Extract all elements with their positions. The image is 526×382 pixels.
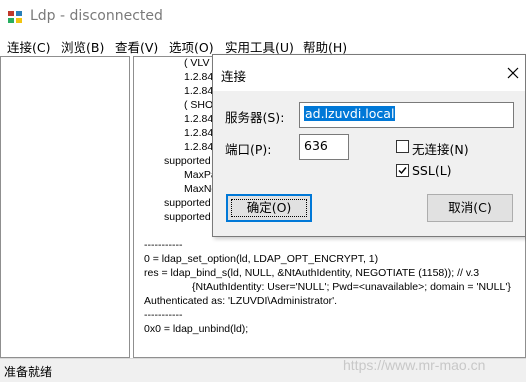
connectionless-checkbox[interactable] (396, 140, 409, 153)
menu-view[interactable]: 查看(V) (115, 37, 158, 56)
output-line: supported (164, 155, 211, 167)
window-title: Ldp - disconnected (30, 8, 163, 24)
server-input[interactable]: ad.lzuvdi.local (299, 102, 514, 128)
server-input-value: ad.lzuvdi.local (304, 106, 396, 121)
dialog-title-bar: 连接 (213, 55, 525, 91)
ldp-app-icon (7, 9, 23, 25)
server-label: 服务器(S): (225, 110, 285, 125)
focus-ring (231, 199, 307, 217)
output-line: 1.2.84 (184, 141, 214, 153)
output-line: 0x0 = ldap_unbind(ld); (144, 323, 249, 335)
output-line: 1.2.84 (184, 71, 214, 83)
output-line: res = ldap_bind_s(ld, NULL, &NtAuthIdent… (144, 267, 480, 279)
output-line: {NtAuthIdentity: User='NULL'; Pwd=<unava… (192, 281, 511, 293)
menu-bar: 连接(C) 浏览(B) 查看(V) 选项(O) 实用工具(U) 帮助(H) (0, 34, 526, 56)
ok-button[interactable]: 确定(O) (226, 194, 312, 222)
output-line: supported (164, 197, 211, 209)
port-label: 端口(P): (225, 142, 272, 157)
title-bar: Ldp - disconnected (0, 0, 526, 34)
output-line: 1.2.84 (184, 127, 214, 139)
output-line: ----------- (144, 309, 183, 321)
output-line: 1.2.84 (184, 113, 214, 125)
output-line: ( VLV (184, 57, 210, 69)
close-icon[interactable] (501, 61, 525, 85)
menu-connect[interactable]: 连接(C) (7, 37, 50, 56)
ssl-checkbox[interactable] (396, 164, 409, 177)
output-line: 0 = ldap_set_option(ld, LDAP_OPT_ENCRYPT… (144, 253, 379, 265)
ssl-label[interactable]: SSL(L) (412, 163, 452, 178)
connectionless-label[interactable]: 无连接(N) (412, 139, 469, 158)
cancel-button[interactable]: 取消(C) (427, 194, 513, 222)
output-line: supported (164, 211, 211, 223)
output-line: Authenticated as: 'LZUVDI\Administrator'… (144, 295, 338, 307)
cancel-button-label: 取消(C) (448, 200, 492, 215)
output-line: ( SHO (184, 99, 214, 111)
menu-options[interactable]: 选项(O) (169, 37, 214, 56)
dialog-title: 连接 (221, 69, 247, 84)
output-line: ----------- (144, 239, 183, 251)
port-input[interactable]: 636 (299, 134, 349, 160)
menu-browse[interactable]: 浏览(B) (61, 37, 104, 56)
status-text: 准备就绪 (4, 365, 53, 379)
port-input-value: 636 (304, 138, 328, 153)
tree-pane[interactable] (0, 56, 130, 358)
connect-dialog: 连接 服务器(S): ad.lzuvdi.local 端口(P): 636 无连… (212, 54, 526, 237)
check-icon (398, 167, 407, 175)
output-line: 1.2.84 (184, 85, 214, 97)
watermark: https://www.mr-mao.cn (343, 357, 486, 373)
